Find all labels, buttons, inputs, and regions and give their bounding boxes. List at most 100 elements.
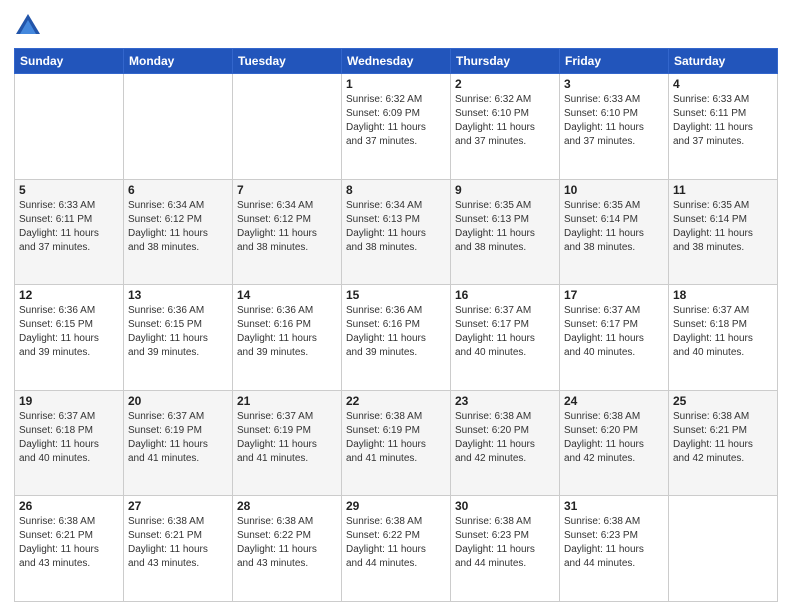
weekday-header-sunday: Sunday	[15, 49, 124, 74]
weekday-header-wednesday: Wednesday	[342, 49, 451, 74]
calendar-cell: 17Sunrise: 6:37 AMSunset: 6:17 PMDayligh…	[560, 285, 669, 391]
day-info: Sunrise: 6:37 AMSunset: 6:17 PMDaylight:…	[564, 304, 664, 360]
day-info: Sunrise: 6:38 AMSunset: 6:21 PMDaylight:…	[673, 410, 773, 466]
day-info: Sunrise: 6:33 AMSunset: 6:11 PMDaylight:…	[673, 93, 773, 149]
calendar-cell: 26 Sunrise: 6:38 AMSunset: 6:21 PMDayligh…	[15, 496, 124, 602]
weekday-header-saturday: Saturday	[669, 49, 778, 74]
calendar-cell	[124, 74, 233, 180]
day-number: 16	[455, 288, 555, 302]
day-info: Sunrise: 6:38 AMSunset: 6:21 PMDaylight:…	[19, 515, 119, 571]
day-info: Sunrise: 6:35 AMSunset: 6:14 PMDaylight:…	[564, 199, 664, 255]
calendar-cell: 23Sunrise: 6:38 AMSunset: 6:20 PMDayligh…	[451, 390, 560, 496]
weekday-header-thursday: Thursday	[451, 49, 560, 74]
calendar-cell: 4 Sunrise: 6:33 AMSunset: 6:11 PMDaylight…	[669, 74, 778, 180]
day-info: Sunrise: 6:38 AMSunset: 6:22 PMDaylight:…	[346, 515, 446, 571]
calendar-cell: 19 Sunrise: 6:37 AMSunset: 6:18 PMDayligh…	[15, 390, 124, 496]
calendar-cell: 25 Sunrise: 6:38 AMSunset: 6:21 PMDayligh…	[669, 390, 778, 496]
day-info: Sunrise: 6:35 AMSunset: 6:13 PMDaylight:…	[455, 199, 555, 255]
day-number: 28	[237, 499, 337, 513]
day-info: Sunrise: 6:36 AMSunset: 6:15 PMDaylight:…	[128, 304, 228, 360]
day-number: 21	[237, 394, 337, 408]
day-number: 26	[19, 499, 119, 513]
day-number: 9	[455, 183, 555, 197]
calendar-cell	[669, 496, 778, 602]
day-number: 31	[564, 499, 664, 513]
day-info: Sunrise: 6:38 AMSunset: 6:20 PMDaylight:…	[455, 410, 555, 466]
day-info: Sunrise: 6:37 AMSunset: 6:18 PMDaylight:…	[19, 410, 119, 466]
day-number: 20	[128, 394, 228, 408]
day-number: 22	[346, 394, 446, 408]
day-number: 10	[564, 183, 664, 197]
calendar-cell: 1 Sunrise: 6:32 AMSunset: 6:09 PMDaylight…	[342, 74, 451, 180]
weekday-header-row: SundayMondayTuesdayWednesdayThursdayFrid…	[15, 49, 778, 74]
weekday-header-friday: Friday	[560, 49, 669, 74]
day-info: Sunrise: 6:32 AMSunset: 6:09 PMDaylight:…	[346, 93, 446, 149]
day-info: Sunrise: 6:38 AMSunset: 6:22 PMDaylight:…	[237, 515, 337, 571]
logo	[14, 12, 46, 40]
calendar-cell: 9 Sunrise: 6:35 AMSunset: 6:13 PMDaylight…	[451, 179, 560, 285]
day-number: 5	[19, 183, 119, 197]
calendar-cell: 22 Sunrise: 6:38 AMSunset: 6:19 PMDayligh…	[342, 390, 451, 496]
day-info: Sunrise: 6:37 AMSunset: 6:18 PMDaylight:…	[673, 304, 773, 360]
day-info: Sunrise: 6:35 AMSunset: 6:14 PMDaylight:…	[673, 199, 773, 255]
calendar-cell: 3 Sunrise: 6:33 AMSunset: 6:10 PMDaylight…	[560, 74, 669, 180]
calendar-cell: 14 Sunrise: 6:36 AMSunset: 6:16 PMDayligh…	[233, 285, 342, 391]
calendar-cell: 31 Sunrise: 6:38 AMSunset: 6:23 PMDayligh…	[560, 496, 669, 602]
calendar-cell: 28 Sunrise: 6:38 AMSunset: 6:22 PMDayligh…	[233, 496, 342, 602]
calendar-cell: 8 Sunrise: 6:34 AMSunset: 6:13 PMDaylight…	[342, 179, 451, 285]
calendar-cell	[233, 74, 342, 180]
day-number: 2	[455, 77, 555, 91]
day-info: Sunrise: 6:38 AMSunset: 6:20 PMDaylight:…	[564, 410, 664, 466]
day-number: 3	[564, 77, 664, 91]
weekday-header-monday: Monday	[124, 49, 233, 74]
calendar-cell: 2 Sunrise: 6:32 AMSunset: 6:10 PMDaylight…	[451, 74, 560, 180]
day-number: 13	[128, 288, 228, 302]
day-number: 1	[346, 77, 446, 91]
calendar-cell: 15Sunrise: 6:36 AMSunset: 6:16 PMDayligh…	[342, 285, 451, 391]
weekday-header-tuesday: Tuesday	[233, 49, 342, 74]
day-number: 8	[346, 183, 446, 197]
calendar-table: SundayMondayTuesdayWednesdayThursdayFrid…	[14, 48, 778, 602]
day-info: Sunrise: 6:34 AMSunset: 6:12 PMDaylight:…	[128, 199, 228, 255]
calendar-cell: 27Sunrise: 6:38 AMSunset: 6:21 PMDayligh…	[124, 496, 233, 602]
calendar-cell: 7Sunrise: 6:34 AMSunset: 6:12 PMDaylight…	[233, 179, 342, 285]
day-info: Sunrise: 6:33 AMSunset: 6:10 PMDaylight:…	[564, 93, 664, 149]
calendar-cell: 24 Sunrise: 6:38 AMSunset: 6:20 PMDayligh…	[560, 390, 669, 496]
day-info: Sunrise: 6:38 AMSunset: 6:23 PMDaylight:…	[455, 515, 555, 571]
day-info: Sunrise: 6:36 AMSunset: 6:15 PMDaylight:…	[19, 304, 119, 360]
header	[14, 12, 778, 40]
page: SundayMondayTuesdayWednesdayThursdayFrid…	[0, 0, 792, 612]
day-info: Sunrise: 6:34 AMSunset: 6:13 PMDaylight:…	[346, 199, 446, 255]
day-info: Sunrise: 6:33 AMSunset: 6:11 PMDaylight:…	[19, 199, 119, 255]
calendar-week-row-4: 19 Sunrise: 6:37 AMSunset: 6:18 PMDayligh…	[15, 390, 778, 496]
day-number: 4	[673, 77, 773, 91]
day-number: 24	[564, 394, 664, 408]
calendar-cell: 29 Sunrise: 6:38 AMSunset: 6:22 PMDayligh…	[342, 496, 451, 602]
calendar-cell: 30 Sunrise: 6:38 AMSunset: 6:23 PMDayligh…	[451, 496, 560, 602]
day-info: Sunrise: 6:36 AMSunset: 6:16 PMDaylight:…	[237, 304, 337, 360]
day-info: Sunrise: 6:38 AMSunset: 6:21 PMDaylight:…	[128, 515, 228, 571]
calendar-week-row-2: 5 Sunrise: 6:33 AMSunset: 6:11 PMDaylight…	[15, 179, 778, 285]
day-number: 25	[673, 394, 773, 408]
day-number: 19	[19, 394, 119, 408]
calendar-cell: 18Sunrise: 6:37 AMSunset: 6:18 PMDayligh…	[669, 285, 778, 391]
day-number: 12	[19, 288, 119, 302]
day-info: Sunrise: 6:32 AMSunset: 6:10 PMDaylight:…	[455, 93, 555, 149]
day-info: Sunrise: 6:38 AMSunset: 6:23 PMDaylight:…	[564, 515, 664, 571]
calendar-cell: 21 Sunrise: 6:37 AMSunset: 6:19 PMDayligh…	[233, 390, 342, 496]
calendar-cell: 10 Sunrise: 6:35 AMSunset: 6:14 PMDayligh…	[560, 179, 669, 285]
calendar-cell	[15, 74, 124, 180]
day-number: 30	[455, 499, 555, 513]
day-number: 29	[346, 499, 446, 513]
day-info: Sunrise: 6:37 AMSunset: 6:17 PMDaylight:…	[455, 304, 555, 360]
day-number: 14	[237, 288, 337, 302]
day-number: 6	[128, 183, 228, 197]
calendar-cell: 20 Sunrise: 6:37 AMSunset: 6:19 PMDayligh…	[124, 390, 233, 496]
day-info: Sunrise: 6:34 AMSunset: 6:12 PMDaylight:…	[237, 199, 337, 255]
day-info: Sunrise: 6:37 AMSunset: 6:19 PMDaylight:…	[128, 410, 228, 466]
day-info: Sunrise: 6:37 AMSunset: 6:19 PMDaylight:…	[237, 410, 337, 466]
calendar-cell: 5 Sunrise: 6:33 AMSunset: 6:11 PMDaylight…	[15, 179, 124, 285]
day-info: Sunrise: 6:38 AMSunset: 6:19 PMDaylight:…	[346, 410, 446, 466]
day-info: Sunrise: 6:36 AMSunset: 6:16 PMDaylight:…	[346, 304, 446, 360]
calendar-week-row-3: 12 Sunrise: 6:36 AMSunset: 6:15 PMDayligh…	[15, 285, 778, 391]
